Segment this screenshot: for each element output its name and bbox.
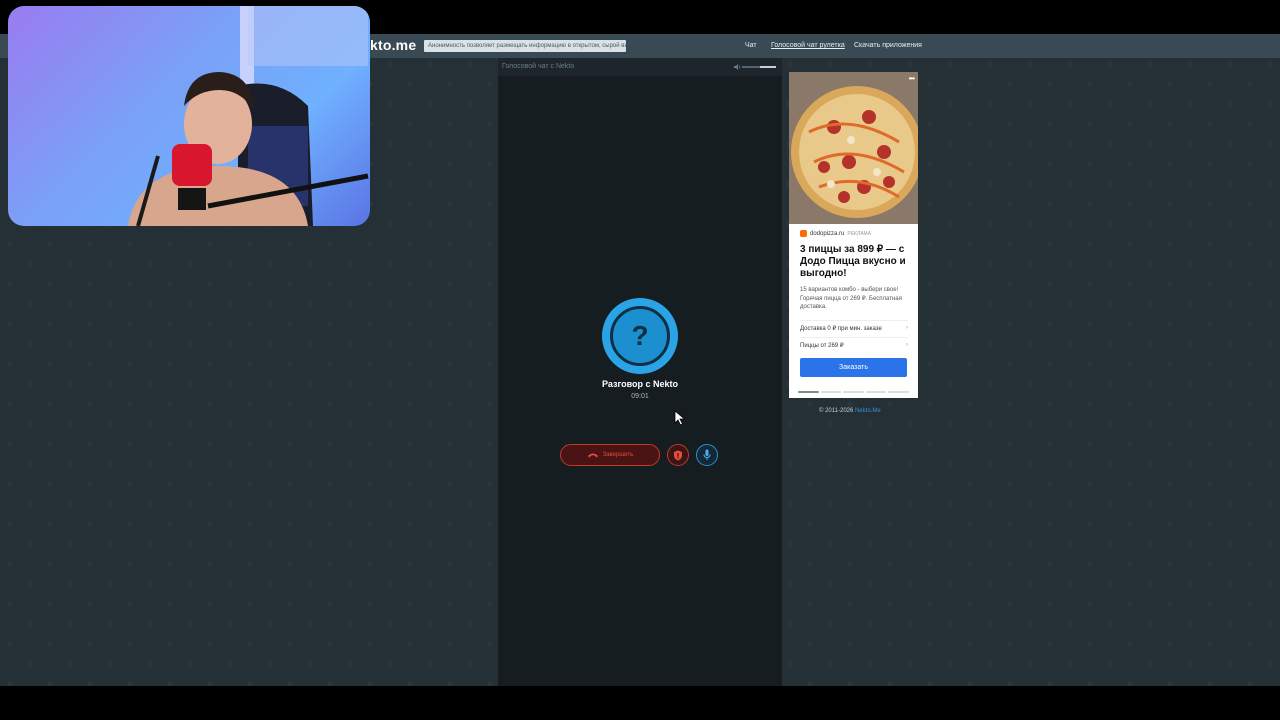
pizza-image: ••• (789, 72, 918, 224)
dodo-logo-icon (800, 230, 807, 237)
ad-body: 15 вариантов комбо - выбери свое! Горяча… (800, 287, 902, 310)
chevron-right-icon: › (906, 342, 908, 348)
nav-voice-roulette-link[interactable]: Голосовой чат рулетка (771, 34, 845, 58)
footer: © 2011-2026 Nekto.Me (819, 408, 881, 414)
chat-header: Голосовой чат с Nekto (498, 58, 782, 76)
shield-icon (674, 450, 682, 460)
anonymity-notice: Анонимность позволяет размещать информац… (424, 40, 626, 52)
ad-source-domain: dodopizza.ru (810, 230, 845, 237)
ad-options-icon[interactable]: ••• (909, 74, 915, 83)
question-mark-icon: ? (610, 306, 670, 366)
chevron-right-icon: › (906, 325, 908, 331)
footer-link[interactable]: Nekto.Me (855, 408, 881, 414)
streamer-webcam-image (128, 6, 369, 226)
ad-row-label: Пиццы от 269 ₽ (800, 343, 844, 349)
end-call-button[interactable]: Завершить (560, 444, 660, 466)
report-block-button[interactable] (667, 444, 689, 466)
letterbox-bottom (0, 686, 1280, 720)
chat-header-title: Голосовой чат с Nekto (502, 63, 575, 70)
ad-row-delivery[interactable]: Доставка 0 ₽ при мин. заказе › (800, 320, 908, 332)
footer-copyright: © 2011-2026 (819, 408, 854, 414)
ad-row-label: Доставка 0 ₽ при мин. заказе (800, 326, 882, 332)
nav-download-apps-link[interactable]: Скачать приложения (854, 34, 922, 58)
site-logo[interactable]: ekto.me (362, 37, 416, 53)
microphone-button[interactable] (696, 444, 718, 466)
ad-headline[interactable]: 3 пиццы за 899 ₽ — с Додо Пицца вкусно и… (800, 244, 912, 280)
interlocutor-avatar: ? (602, 298, 678, 374)
ad-tag: РЕКЛАМА (847, 230, 872, 237)
ad-row-pizza-price[interactable]: Пиццы от 269 ₽ › (800, 337, 908, 349)
microphone-icon (703, 449, 711, 460)
call-title: Разговор с Nekto (601, 379, 679, 389)
call-timer: 09:01 (631, 393, 649, 400)
volume-icon[interactable] (734, 63, 742, 71)
mouse-cursor-icon (674, 410, 686, 426)
ad-carousel-indicators (798, 391, 909, 393)
voice-chat-panel: Голосовой чат с Nekto ? Разговор с Nekto… (498, 58, 782, 686)
end-call-label: Завершить (602, 452, 634, 458)
volume-slider-fill (760, 66, 776, 68)
nav-chat-link[interactable]: Чат (745, 34, 757, 58)
ad-source: dodopizza.ru РЕКЛАМА (800, 230, 871, 237)
order-button[interactable]: Заказать (800, 358, 907, 377)
webcam-overlay (8, 6, 370, 226)
advertisement[interactable]: ••• dodopizza.ru РЕКЛАМА 3 пиццы за 899 … (789, 72, 918, 398)
hang-up-icon (587, 453, 598, 458)
